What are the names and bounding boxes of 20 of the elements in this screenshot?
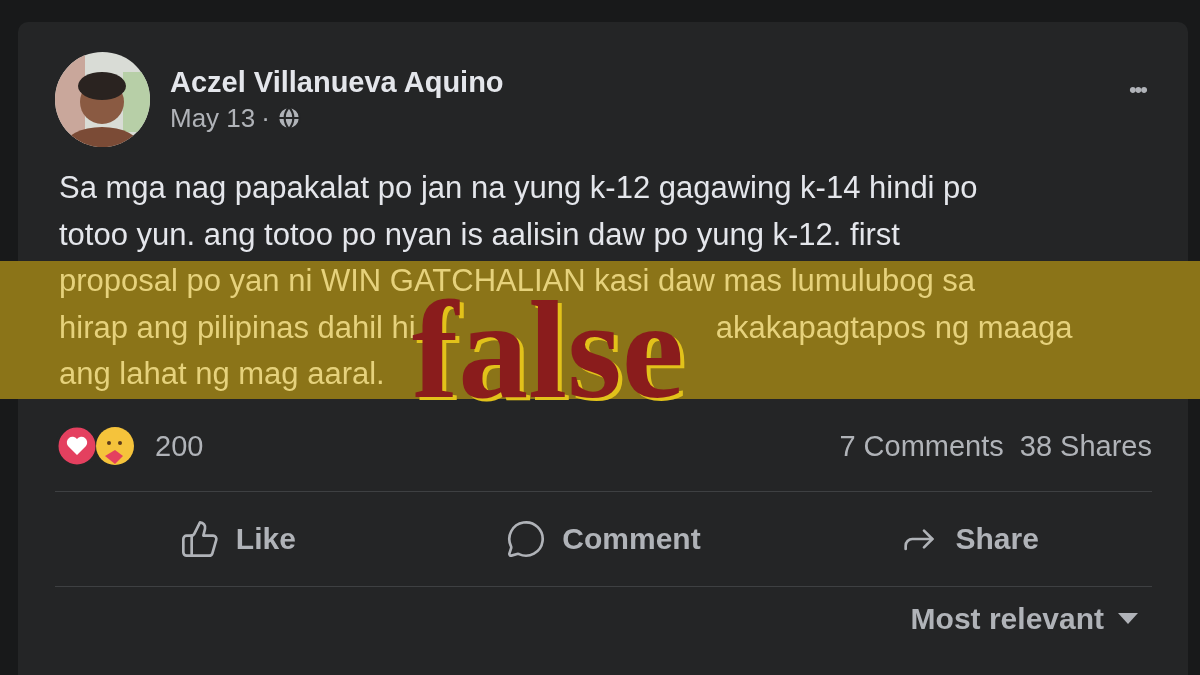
more-options-button[interactable]: •••	[1128, 76, 1146, 103]
post-text-line: totoo yun. ang totoo po nyan is aalisin daw po yung k-12. first	[59, 216, 900, 253]
speech-bubble-icon	[506, 519, 547, 559]
rating-label: false	[411, 299, 684, 400]
comment-count[interactable]: 7 Comments	[839, 429, 1004, 463]
sort-dropdown[interactable]: Most relevant	[904, 601, 1144, 637]
share-button[interactable]: Share	[786, 492, 1152, 586]
separator-dot: ·	[261, 102, 270, 134]
post-text-line: akakapagtapos ng maaga	[715, 309, 1073, 346]
post-text-line: proposal po yan ni WIN GATCHALIAN kasi daw mas lumulubog sa	[59, 263, 976, 298]
caret-icon	[1118, 613, 1138, 625]
post-date[interactable]: May 13	[170, 102, 256, 134]
thumbs-up-icon	[179, 519, 220, 559]
like-button[interactable]: Like	[55, 492, 421, 586]
reaction-count[interactable]: 200	[155, 429, 824, 463]
post-text-line: Sa mga nag papakalat po jan na yung k-12 gagawing k-14 hindi po	[59, 170, 978, 206]
share-count[interactable]: 38 Shares	[1019, 429, 1152, 463]
author-name[interactable]: Aczel Villanueva Aquino	[170, 65, 1109, 99]
comment-button[interactable]: Comment	[420, 492, 787, 586]
post-text-line: ang lahat ng mag aaral.	[59, 356, 385, 392]
